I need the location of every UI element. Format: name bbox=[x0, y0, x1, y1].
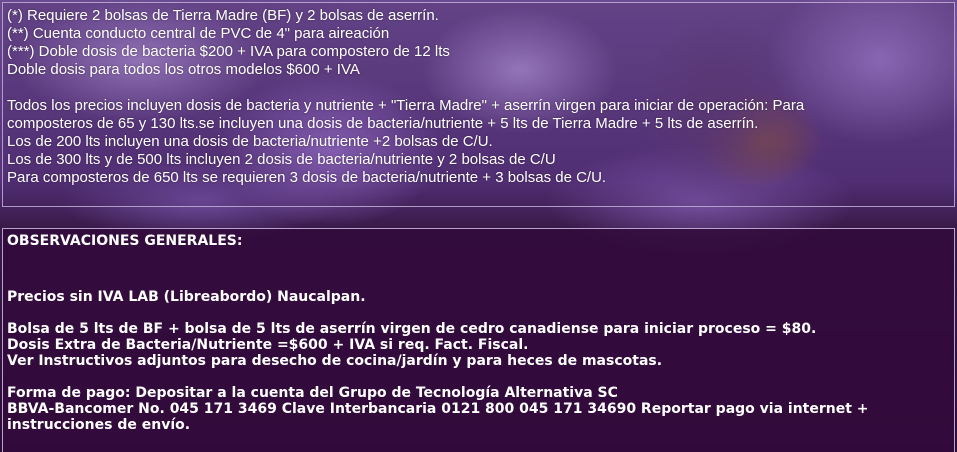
bank-details: BBVA-Bancomer No. 045 171 3469 Clave Int… bbox=[7, 401, 869, 433]
pricing-line-3: Los de 200 lts incluyen una dosis de bac… bbox=[7, 133, 493, 150]
pricing-line-2: composteros de 65 y 130 lts.se incluyen … bbox=[7, 115, 759, 132]
note-line-1: (*) Requiere 2 bolsas de Tierra Madre (B… bbox=[7, 7, 439, 24]
notes-panel: (*) Requiere 2 bolsas de Tierra Madre (B… bbox=[2, 2, 955, 207]
pricing-line-4: Los de 300 lts y de 500 lts incluyen 2 d… bbox=[7, 151, 556, 168]
prices-note: Precios sin IVA LAB (Libreabordo) Naucal… bbox=[7, 289, 366, 305]
observations-panel: OBSERVACIONES GENERALES: Precios sin IVA… bbox=[2, 228, 955, 452]
observation-item-3: Ver Instructivos adjuntos para desecho d… bbox=[7, 353, 663, 369]
observation-item-1: Bolsa de 5 lts de BF + bolsa de 5 lts de… bbox=[7, 321, 817, 337]
observation-item-2: Dosis Extra de Bacteria/Nutriente =$600 … bbox=[7, 337, 529, 353]
payment-method: Forma de pago: Depositar a la cuenta del… bbox=[7, 385, 618, 401]
note-line-4: Doble dosis para todos los otros modelos… bbox=[7, 61, 360, 78]
observations-heading: OBSERVACIONES GENERALES: bbox=[7, 233, 243, 249]
note-line-3: (***) Doble dosis de bacteria $200 + IVA… bbox=[7, 43, 450, 60]
note-line-2: (**) Cuenta conducto central de PVC de 4… bbox=[7, 25, 390, 42]
pricing-line-5: Para composteros de 650 lts se requieren… bbox=[7, 169, 607, 186]
pricing-line-1: Todos los precios incluyen dosis de bact… bbox=[7, 97, 805, 114]
